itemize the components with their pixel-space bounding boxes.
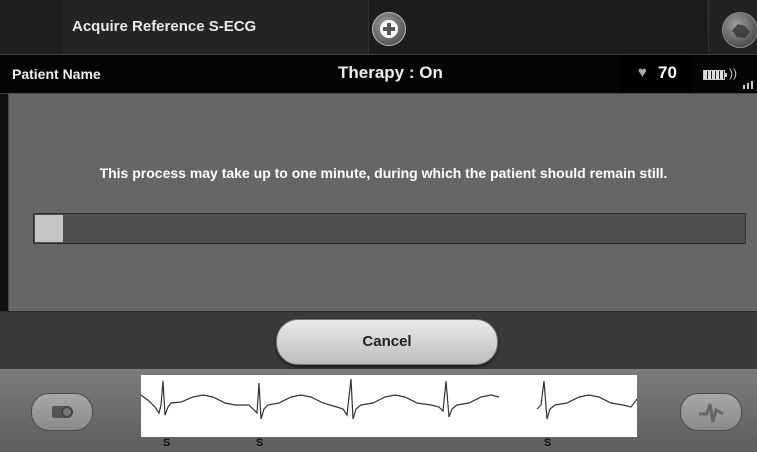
back-tab[interactable]	[0, 0, 63, 54]
ecg-marker-button[interactable]	[680, 393, 742, 431]
ecg-strip: S S S	[0, 369, 757, 452]
beat-marker: S	[544, 437, 552, 449]
main-panel: This process may take up to one minute, …	[8, 93, 757, 313]
ecg-marker-icon	[699, 403, 724, 423]
ecg-trace-box	[141, 375, 637, 437]
status-bar: Patient Name Therapy : On ♥ 70 ))	[0, 54, 757, 94]
cancel-button[interactable]: Cancel	[276, 319, 498, 365]
ecg-trace	[141, 378, 637, 420]
hand-icon[interactable]	[722, 12, 757, 48]
page-title: Acquire Reference S-ECG	[72, 18, 257, 35]
heart-icon: ♥	[638, 64, 647, 81]
plus-circle-icon[interactable]	[372, 12, 406, 46]
beat-marker: S	[163, 437, 171, 449]
therapy-status: Therapy : On	[338, 63, 443, 82]
battery-icon	[703, 70, 727, 80]
title-area: Acquire Reference S-ECG	[62, 0, 369, 54]
progress-bar	[33, 213, 746, 244]
beat-marker: S	[256, 437, 264, 449]
instruction-message: This process may take up to one minute, …	[99, 165, 668, 181]
patient-name[interactable]: Patient Name	[12, 66, 101, 82]
signal-bars-icon	[743, 71, 757, 89]
camera-icon	[52, 406, 73, 418]
camera-button[interactable]	[31, 393, 93, 431]
wireless-icon: ))	[729, 66, 737, 80]
title-bar-middle	[369, 0, 707, 54]
action-strip: Cancel	[0, 311, 757, 370]
title-bar: Acquire Reference S-ECG	[0, 0, 757, 54]
heart-rate-value: 70	[658, 63, 677, 82]
progress-fill	[35, 215, 63, 242]
heart-rate-box	[620, 55, 692, 93]
